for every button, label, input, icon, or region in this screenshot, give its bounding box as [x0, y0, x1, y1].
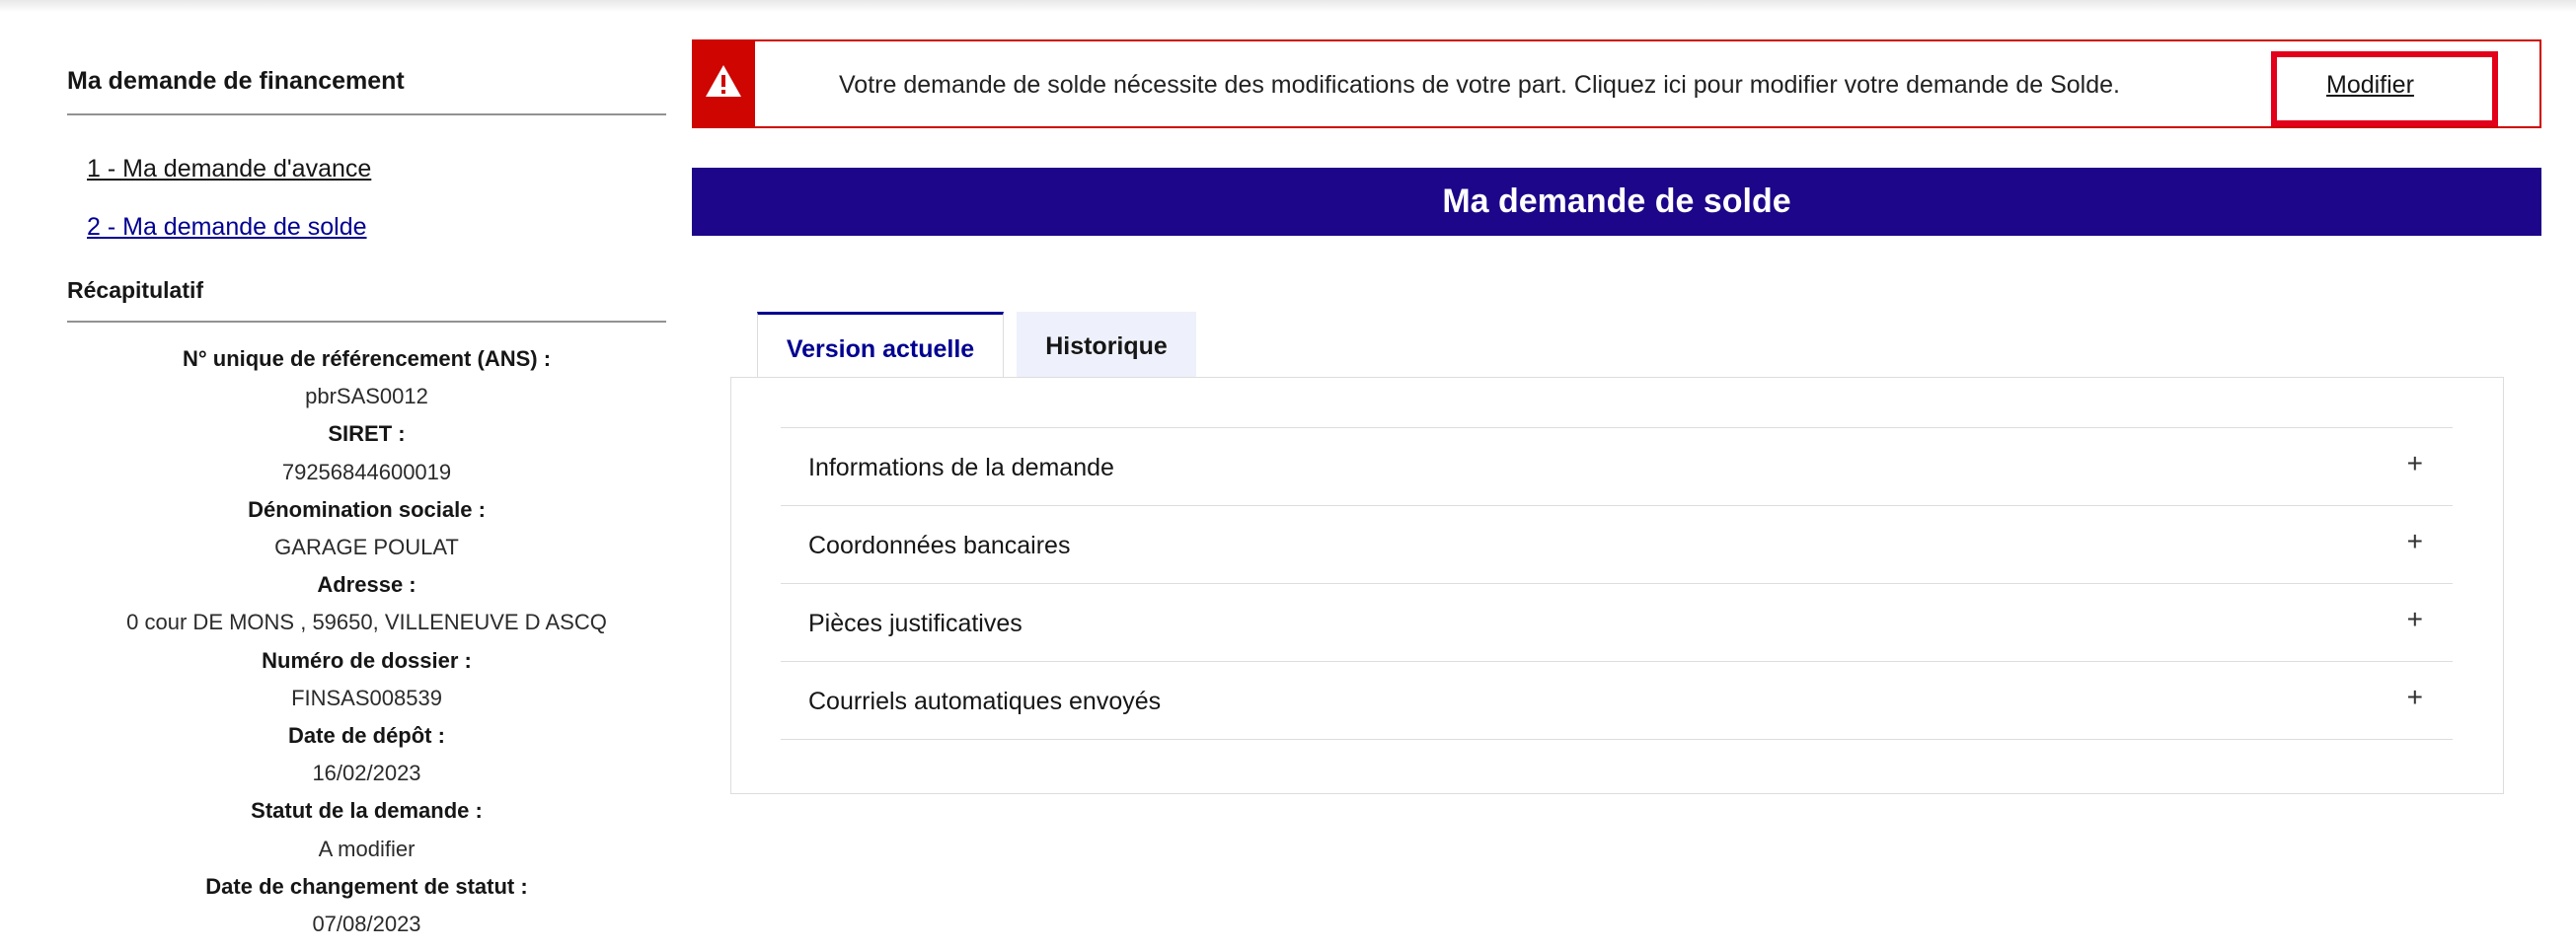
sidebar-link-demande-avance[interactable]: 1 - Ma demande d'avance	[87, 155, 666, 183]
tab-historique[interactable]: Historique	[1017, 312, 1196, 377]
recap-label-date-depot: Date de dépôt :	[288, 723, 445, 749]
recap-label-denomination: Dénomination sociale :	[248, 496, 486, 522]
tab-version-actuelle[interactable]: Version actuelle	[757, 312, 1004, 377]
recap-value-adresse: 0 cour DE MONS , 59650, VILLENEUVE D ASC…	[126, 610, 607, 635]
sidebar-title: Ma demande de financement	[67, 67, 666, 115]
recap-title: Récapitulatif	[67, 277, 666, 323]
recap-label-adresse: Adresse :	[317, 572, 417, 598]
recap-label-dossier: Numéro de dossier :	[262, 647, 472, 673]
plus-icon: +	[2406, 604, 2423, 634]
plus-icon: +	[2406, 526, 2423, 556]
recap-value-denomination: GARAGE POULAT	[274, 535, 459, 560]
recap-label-ans: N° unique de référencement (ANS) :	[182, 346, 552, 371]
recap-value-dossier: FINSAS008539	[291, 685, 442, 710]
accordion-label: Courriels automatiques envoyés	[808, 688, 1162, 715]
recap-label-date-changement: Date de changement de statut :	[205, 873, 528, 899]
alert-banner: Votre demande de solde nécessite des mod…	[692, 39, 2541, 128]
accordion-item-pieces[interactable]: Pièces justificatives +	[781, 584, 2453, 662]
sidebar: Ma demande de financement 1 - Ma demande…	[67, 67, 666, 943]
recap-value-siret: 79256844600019	[281, 459, 452, 484]
recap-value-date-depot: 16/02/2023	[312, 761, 421, 786]
tab-panel: Informations de la demande + Coordonnées…	[730, 377, 2504, 794]
page-title-banner: Ma demande de solde	[692, 168, 2541, 236]
accordion-item-coordonnees[interactable]: Coordonnées bancaires +	[781, 506, 2453, 584]
accordion: Informations de la demande + Coordonnées…	[781, 427, 2453, 740]
recap-value-ans: pbrSAS0012	[305, 384, 428, 409]
plus-icon: +	[2406, 448, 2423, 478]
recap-list: N° unique de référencement (ANS) : pbrSA…	[67, 340, 666, 943]
plus-icon: +	[2406, 682, 2423, 712]
accordion-label: Pièces justificatives	[808, 610, 1023, 637]
recap-label-siret: SIRET :	[328, 421, 406, 447]
recap-value-date-changement: 07/08/2023	[312, 912, 421, 937]
top-shadow	[0, 0, 2576, 12]
alert-message: Votre demande de solde nécessite des mod…	[839, 71, 2120, 99]
recap-label-statut: Statut de la demande :	[251, 798, 483, 824]
alert-icon-box	[694, 41, 755, 126]
sidebar-link-demande-solde[interactable]: 2 - Ma demande de solde	[87, 213, 666, 242]
accordion-label: Coordonnées bancaires	[808, 532, 1071, 559]
modifier-link[interactable]: Modifier	[2326, 71, 2414, 100]
accordion-label: Informations de la demande	[808, 454, 1114, 481]
accordion-item-courriels[interactable]: Courriels automatiques envoyés +	[781, 662, 2453, 740]
recap-value-statut: A modifier	[318, 836, 416, 861]
accordion-item-informations[interactable]: Informations de la demande +	[781, 428, 2453, 506]
